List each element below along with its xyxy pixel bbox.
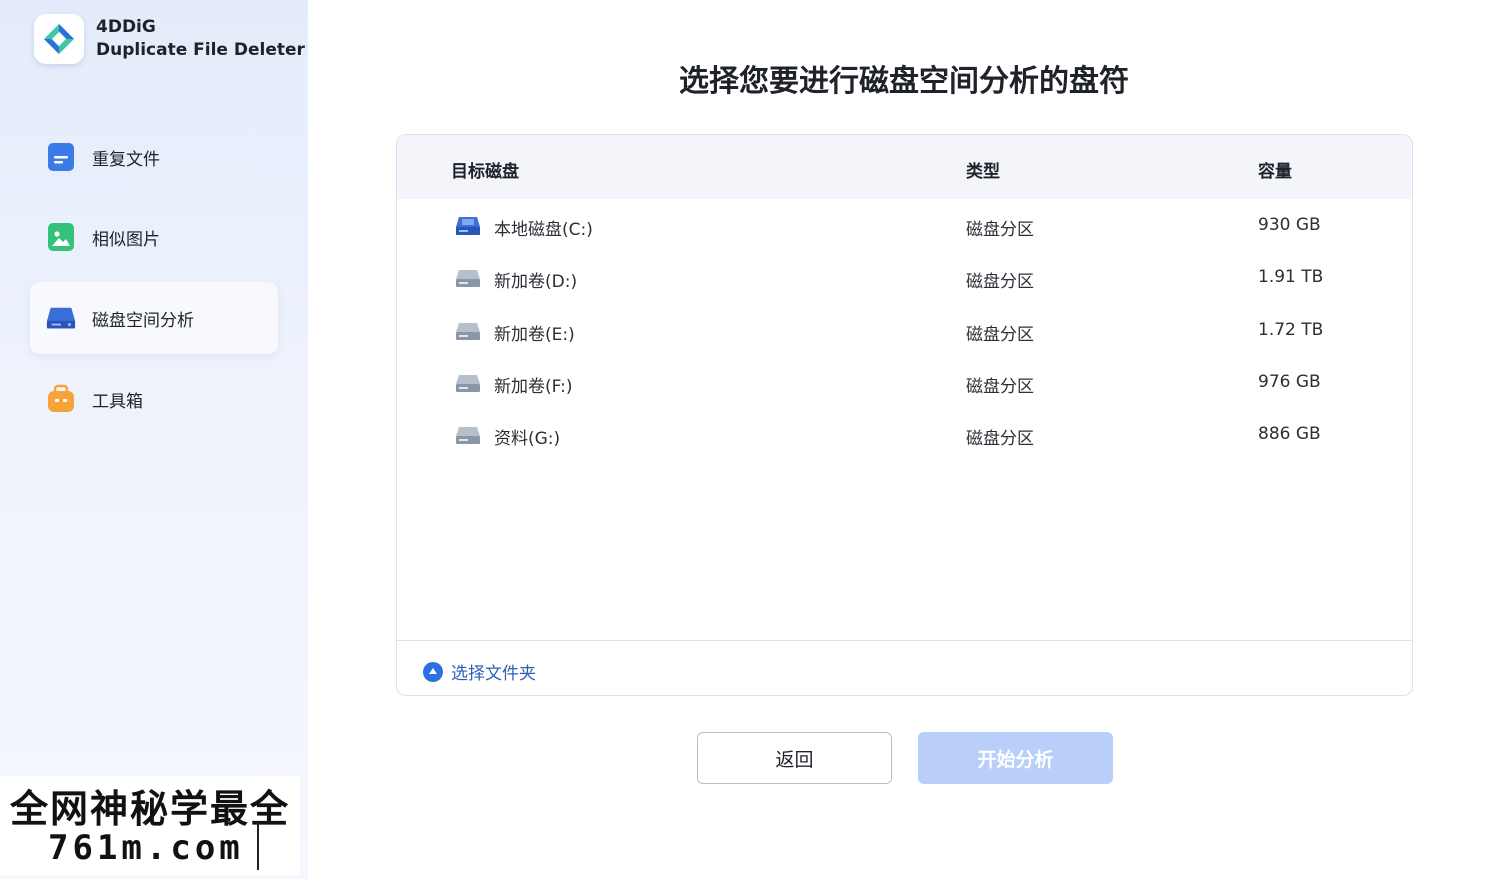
table-row[interactable]: 资料(G:) 磁盘分区 886 GB bbox=[397, 410, 1412, 462]
column-header-target-disk: 目标磁盘 bbox=[451, 162, 519, 182]
disk-name: 资料(G:) bbox=[494, 429, 561, 449]
disk-name: 本地磁盘(C:) bbox=[494, 220, 593, 240]
disk-type: 磁盘分区 bbox=[966, 325, 1034, 345]
table-row[interactable]: 新加卷(F:) 磁盘分区 976 GB bbox=[397, 358, 1412, 410]
disk-name: 新加卷(E:) bbox=[494, 325, 575, 345]
system-drive-icon bbox=[455, 215, 481, 237]
disk-type: 磁盘分区 bbox=[966, 220, 1034, 240]
sidebar-item-label: 相似图片 bbox=[92, 229, 160, 250]
brand-name: 4DDiG bbox=[96, 17, 156, 37]
page-title: 选择您要进行磁盘空间分析的盘符 bbox=[679, 64, 1129, 99]
select-folder-link[interactable]: 选择文件夹 bbox=[423, 659, 536, 684]
table-row[interactable]: 本地磁盘(C:) 磁盘分区 930 GB bbox=[397, 201, 1412, 253]
column-header-type: 类型 bbox=[966, 162, 1000, 182]
sidebar: 4DDiG Duplicate File Deleter 重复文件 相似图片 磁… bbox=[0, 0, 308, 879]
disk-type: 磁盘分区 bbox=[966, 429, 1034, 449]
sidebar-item-label: 重复文件 bbox=[92, 149, 160, 170]
table-header: 目标磁盘 类型 容量 bbox=[397, 135, 1412, 199]
document-icon bbox=[46, 142, 76, 172]
sidebar-item-similar-images[interactable]: 相似图片 bbox=[30, 201, 278, 273]
panel-footer: 选择文件夹 bbox=[397, 640, 1412, 695]
disk-type: 磁盘分区 bbox=[966, 377, 1034, 397]
column-header-capacity: 容量 bbox=[1258, 162, 1292, 182]
disk-capacity: 1.91 TB bbox=[1258, 267, 1324, 287]
disk-capacity: 976 GB bbox=[1258, 372, 1321, 392]
sidebar-item-duplicate-files[interactable]: 重复文件 bbox=[30, 121, 278, 193]
drive-icon bbox=[455, 320, 481, 342]
table-row[interactable]: 新加卷(E:) 磁盘分区 1.72 TB bbox=[397, 306, 1412, 358]
disk-type: 磁盘分区 bbox=[966, 272, 1034, 292]
disk-capacity: 930 GB bbox=[1258, 215, 1321, 235]
start-analysis-button[interactable]: 开始分析 bbox=[918, 732, 1113, 784]
drive-icon bbox=[455, 424, 481, 446]
disk-name: 新加卷(F:) bbox=[494, 377, 573, 397]
back-button[interactable]: 返回 bbox=[697, 732, 892, 784]
table-row[interactable]: 新加卷(D:) 磁盘分区 1.91 TB bbox=[397, 253, 1412, 305]
image-icon bbox=[46, 222, 76, 252]
disk-icon bbox=[46, 303, 76, 333]
disk-table-panel: 目标磁盘 类型 容量 本地磁盘(C:) 磁盘分区 930 GB 新加卷(D:) … bbox=[396, 134, 1413, 696]
drive-icon bbox=[455, 267, 481, 289]
add-folder-icon bbox=[423, 661, 443, 682]
disk-name: 新加卷(D:) bbox=[494, 272, 578, 292]
watermark-line1: 全网神秘学最全 bbox=[10, 787, 291, 831]
select-folder-label: 选择文件夹 bbox=[451, 664, 536, 684]
divider bbox=[257, 822, 259, 870]
disk-capacity: 886 GB bbox=[1258, 424, 1321, 444]
drive-icon bbox=[455, 372, 481, 394]
watermark-line2: 761m.com bbox=[48, 828, 244, 868]
sidebar-item-label: 磁盘空间分析 bbox=[92, 310, 194, 331]
sidebar-item-toolbox[interactable]: 工具箱 bbox=[30, 363, 278, 435]
disk-capacity: 1.72 TB bbox=[1258, 320, 1324, 340]
watermark: 全网神秘学最全 761m.com bbox=[0, 776, 300, 876]
sidebar-item-label: 工具箱 bbox=[92, 391, 143, 412]
sidebar-item-disk-analysis[interactable]: 磁盘空间分析 bbox=[30, 282, 278, 354]
toolbox-icon bbox=[46, 384, 76, 414]
